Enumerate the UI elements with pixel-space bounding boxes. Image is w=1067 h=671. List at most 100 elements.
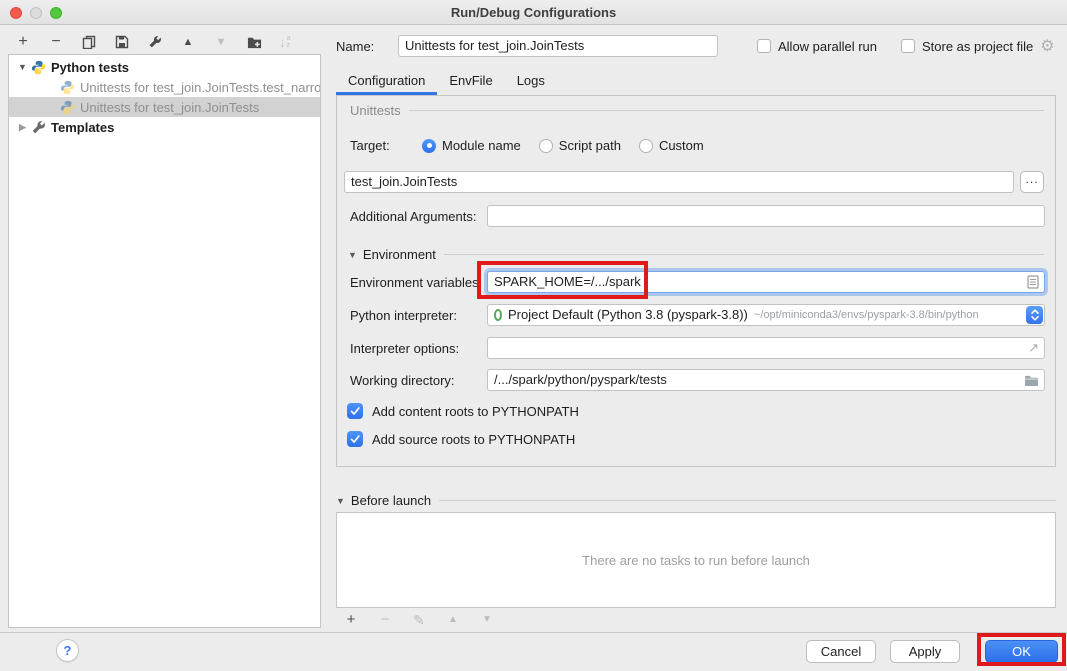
browse-button[interactable]: ... [1020,171,1044,193]
tab-envfile[interactable]: EnvFile [437,66,504,95]
unittests-group-title: Unittests [350,103,401,118]
edit-templates-icon[interactable] [147,34,163,50]
add-source-roots-label: Add source roots to PYTHONPATH [372,432,575,447]
collapsed-arrow-icon[interactable]: ▶ [17,122,28,133]
configurations-toolbar: + − ▲ ▼ ↓ az [15,32,290,52]
store-as-project-file-option[interactable]: Store as project file [901,39,1033,54]
move-up-icon[interactable]: ▲ [180,34,196,50]
working-directory-label: Working directory: [350,373,487,388]
cancel-button[interactable]: Cancel [806,640,876,663]
group-divider [439,500,1056,501]
group-divider [409,110,1044,111]
title-bar: Run/Debug Configurations [0,0,1067,25]
move-task-up-icon: ▲ [445,612,461,628]
python-icon [60,80,75,95]
configuration-panel: Unittests Target: Module name Script pat… [336,95,1056,467]
add-task-icon[interactable]: + [343,612,359,628]
store-as-project-file-checkbox[interactable] [901,39,915,53]
working-directory-row: Working directory: /.../spark/python/pys… [350,369,1044,391]
close-window-button[interactable] [10,7,22,19]
interpreter-options-input[interactable]: ↗ [487,337,1045,359]
conda-env-icon [494,309,502,321]
tab-bar: Configuration EnvFile Logs [336,66,557,95]
interpreter-path: ~/opt/miniconda3/envs/pyspark-3.8/bin/py… [754,305,979,325]
before-launch-header: ▼ Before launch [336,493,1056,508]
before-launch-tasks-panel: There are no tasks to run before launch [336,512,1056,608]
target-input[interactable]: test_join.JoinTests [344,171,1014,193]
allow-parallel-run-checkbox[interactable] [757,39,771,53]
unittests-group-header: Unittests [350,103,1044,118]
add-source-roots-checkbox[interactable] [347,431,363,447]
move-down-icon: ▼ [213,34,229,50]
script-path-label: Script path [559,138,621,153]
expand-field-icon[interactable]: ↗ [1028,338,1039,358]
edit-variables-icon[interactable] [1027,275,1039,289]
python-interpreter-select[interactable]: Project Default (Python 3.8 (pyspark-3.8… [487,304,1045,326]
target-option-script-path[interactable]: Script path [539,138,621,153]
new-folder-icon[interactable] [246,34,262,50]
add-configuration-icon[interactable]: + [15,34,31,50]
additional-arguments-input[interactable] [487,205,1045,227]
configurations-tree: ▼ Python tests Unittests for test_join.J… [8,54,321,628]
add-content-roots-label: Add content roots to PYTHONPATH [372,404,579,419]
gear-icon[interactable]: ⚙ [1040,36,1054,56]
tree-item-templates[interactable]: ▶ Templates [9,117,320,137]
python-icon [60,100,75,115]
add-source-roots-option[interactable]: Add source roots to PYTHONPATH [347,431,575,447]
target-option-module-name[interactable]: Module name [422,138,521,153]
script-path-radio[interactable] [539,139,553,153]
interpreter-options-row: Interpreter options: ↗ [350,337,1044,359]
target-option-custom[interactable]: Custom [639,138,704,153]
interpreter-value: Project Default (Python 3.8 (pyspark-3.8… [508,305,748,325]
ok-button[interactable]: OK [985,640,1058,663]
window-title: Run/Debug Configurations [451,5,616,20]
remove-configuration-icon[interactable]: − [48,34,64,50]
no-tasks-message: There are no tasks to run before launch [582,553,810,568]
save-configuration-icon[interactable] [114,34,130,50]
tree-item-jointests-selected[interactable]: Unittests for test_join.JoinTests [9,97,320,117]
additional-arguments-label: Additional Arguments: [350,209,487,224]
name-row: Name: Unittests for test_join.JoinTests … [336,34,1056,58]
window-controls [10,7,62,19]
zoom-window-button[interactable] [50,7,62,19]
tab-logs[interactable]: Logs [505,66,557,95]
custom-radio[interactable] [639,139,653,153]
footer-divider [0,632,1067,633]
python-icon [31,60,46,75]
help-icon: ? [64,643,72,658]
environment-variables-input[interactable]: SPARK_HOME=/.../spark [487,271,1045,293]
custom-label: Custom [659,138,704,153]
allow-parallel-run-option[interactable]: Allow parallel run [757,39,877,54]
before-launch-title: Before launch [351,493,431,508]
add-content-roots-option[interactable]: Add content roots to PYTHONPATH [347,403,579,419]
group-divider [444,254,1044,255]
environment-group-header: ▼ Environment [348,247,1044,262]
tree-item-label: Python tests [51,60,129,75]
tree-item-test-narrow[interactable]: Unittests for test_join.JoinTests.test_n… [9,77,320,97]
environment-variables-row: Environment variables: SPARK_HOME=/.../s… [350,271,1044,293]
tree-item-label: Unittests for test_join.JoinTests [80,100,259,115]
tree-item-python-tests[interactable]: ▼ Python tests [9,57,320,77]
allow-parallel-run-label: Allow parallel run [778,39,877,54]
environment-group-title: Environment [363,247,436,262]
tree-item-label: Templates [51,120,114,135]
collapse-triangle-icon[interactable]: ▼ [348,250,357,260]
name-input[interactable]: Unittests for test_join.JoinTests [398,35,718,57]
help-button[interactable]: ? [56,639,79,662]
target-field-row: test_join.JoinTests ... [344,171,1044,193]
expanded-arrow-icon[interactable]: ▼ [17,62,28,72]
add-content-roots-checkbox[interactable] [347,403,363,419]
name-label: Name: [336,39,398,54]
collapse-triangle-icon[interactable]: ▼ [336,496,345,506]
remove-task-icon: − [377,612,393,628]
combo-stepper-icon[interactable] [1026,306,1043,324]
tab-configuration[interactable]: Configuration [336,66,437,95]
python-interpreter-label: Python interpreter: [350,308,487,323]
environment-variables-label: Environment variables: [350,275,487,290]
copy-configuration-icon[interactable] [81,34,97,50]
apply-button[interactable]: Apply [890,640,960,663]
folder-icon[interactable] [1024,374,1039,386]
wrench-icon [31,120,46,135]
module-name-radio[interactable] [422,139,436,153]
working-directory-input[interactable]: /.../spark/python/pyspark/tests [487,369,1045,391]
